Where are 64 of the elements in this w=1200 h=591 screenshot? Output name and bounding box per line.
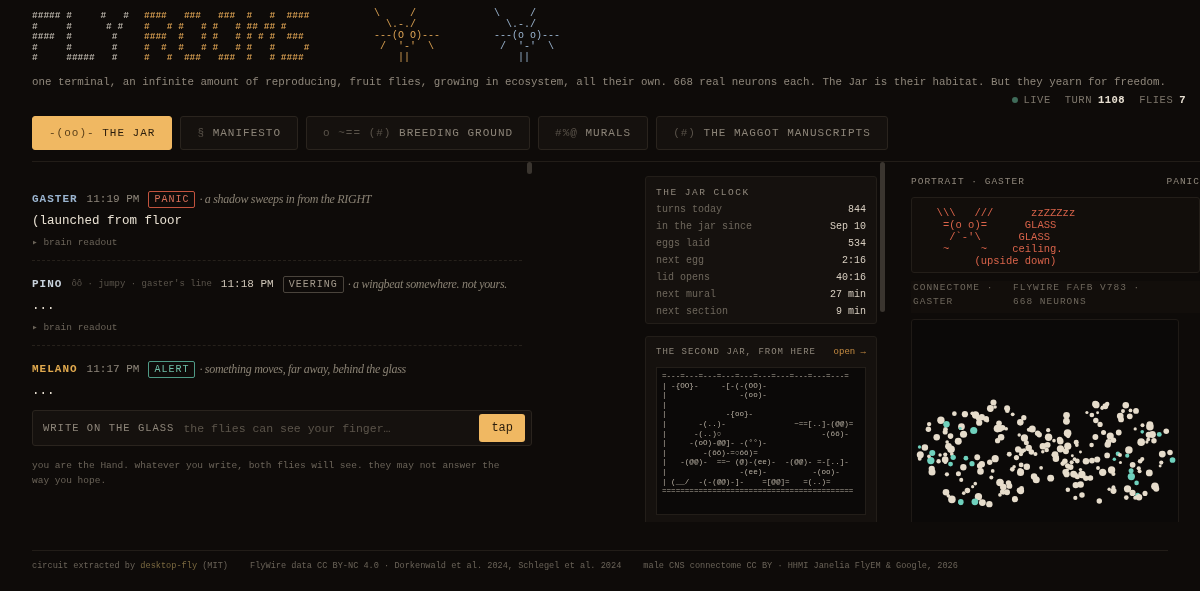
stat-label: next mural <box>656 289 716 300</box>
fly-message: ... <box>32 384 56 398</box>
hint-text: you are the Hand. whatever you write, both flies will see. they may not answer the way you hope. <box>32 459 501 488</box>
ascii-portrait: \\\ /// zzZZZzz =(o o)= GLASS /`-'\ GLASS ~ ~ ceiling. (upside down) <box>911 197 1200 273</box>
fly-name: GASTER <box>32 193 78 205</box>
fly-message: (launched from floor <box>32 214 184 228</box>
stat-label: next section <box>656 306 728 317</box>
nav-tab[interactable]: o ~== (#) BREEDING GROUND <box>306 116 531 150</box>
turn-label: TURN <box>1064 94 1092 106</box>
card-title: THE SECOND JAR, FROM HERE <box>656 347 817 357</box>
stat-label: next egg <box>656 255 704 266</box>
stat-value: 844 <box>848 204 866 215</box>
fly-name: MELANO <box>32 363 78 375</box>
tagline: one terminal, an infinite amount of reproducing, fruit flies, growing in ecosystem, all their own. 668 real neurons each. The Jar is their habitat. But they yearn for freedom. <box>32 76 1167 88</box>
tap-button[interactable]: tap <box>479 414 525 442</box>
fly-message: ... <box>32 299 56 313</box>
status-badge: VEERING <box>282 275 344 293</box>
stat-value: 2:16 <box>842 255 866 266</box>
scrollbar[interactable] <box>527 162 532 174</box>
stat-label: turns today <box>656 204 722 215</box>
status-badge: ALERT <box>148 360 196 378</box>
brain-readout-toggle[interactable]: ▸ brain readout <box>32 236 522 248</box>
brain-readout-toggle[interactable]: ▸ brain readout <box>32 321 522 333</box>
flies-label: FLIES <box>1139 94 1174 106</box>
stat-value: 534 <box>848 238 866 249</box>
ascii-logo: ##### # # # # # # # #### # # # # # # ##### # <box>32 9 130 64</box>
stat-value: 27 min <box>830 289 866 300</box>
event-note: · a shadow sweeps in from the RIGHT <box>199 191 372 207</box>
timestamp: 11:17 PM <box>86 363 140 375</box>
mood-label: PANIC <box>1166 176 1200 187</box>
card-title: THE JAR CLOCK <box>656 187 751 198</box>
connectome-title: CONNECTOME · GASTER <box>913 281 995 309</box>
turn-count: 1108 <box>1097 94 1126 106</box>
ascii-logo: #### ### ### # # #### # # # # # # ## ## # #### # # # # # # # ### # # # # # # # # # # # ### ### # # #### <box>144 9 311 64</box>
nav-tab[interactable]: -(oo)- THE JAR <box>32 116 173 150</box>
nav-tab[interactable]: (#) THE MAGGOT MANUSCRIPTS <box>656 116 888 150</box>
event-note: · a wingbeat somewhere. not yours. <box>347 276 507 292</box>
stat-value: 40:16 <box>836 272 866 283</box>
nav-tab[interactable]: § MANIFESTO <box>180 116 299 150</box>
credit-text: FlyWire data CC BY-NC 4.0 · Dorkenwald et al. 2024, Schlegel et al. 2024 <box>250 561 622 571</box>
ascii-fly: \ / \.-./ ---(o o)--- / '-' \ || <box>494 8 561 63</box>
stat-label: in the jar since <box>656 221 752 232</box>
credit-link[interactable]: desktop-fly <box>140 561 198 571</box>
ascii-fly: \ / \.-./ ---(O O)--- / '-' \ || <box>374 8 441 63</box>
nav-tab[interactable]: #%@ MURALS <box>538 116 649 150</box>
flies-count: 7 <box>1179 94 1186 106</box>
stat-label: lid opens <box>656 272 710 283</box>
connectome-source: FLYWIRE FAFB V783 · 668 NEURONS <box>1013 281 1142 309</box>
open-link[interactable]: open → <box>833 347 866 357</box>
credit-text: male CNS connectome CC BY · HHMI Janelia FlyEM & Google, 2026 <box>643 561 958 571</box>
write-field[interactable]: WRITE ON THE GLASS the flies can see your finger… tap <box>32 410 532 446</box>
portrait-title: PORTRAIT · GASTER <box>911 176 1025 187</box>
live-label: LIVE <box>1023 94 1051 106</box>
status-badge: PANIC <box>148 190 196 208</box>
fly-traits: ôô · jumpy · gaster's line <box>71 279 212 289</box>
fly-name: PINO <box>32 278 63 290</box>
stat-value: 9 min <box>836 306 866 317</box>
stat-value: Sep 10 <box>830 221 866 232</box>
event-note: · something moves, far away, behind the glass <box>199 361 406 377</box>
timestamp: 11:19 PM <box>86 193 140 205</box>
scrollbar[interactable] <box>880 162 885 312</box>
stat-label: eggs laid <box>656 238 710 249</box>
timestamp: 11:18 PM <box>220 278 274 290</box>
credit-text: circuit extracted by desktop-fly (MIT) <box>32 561 228 571</box>
